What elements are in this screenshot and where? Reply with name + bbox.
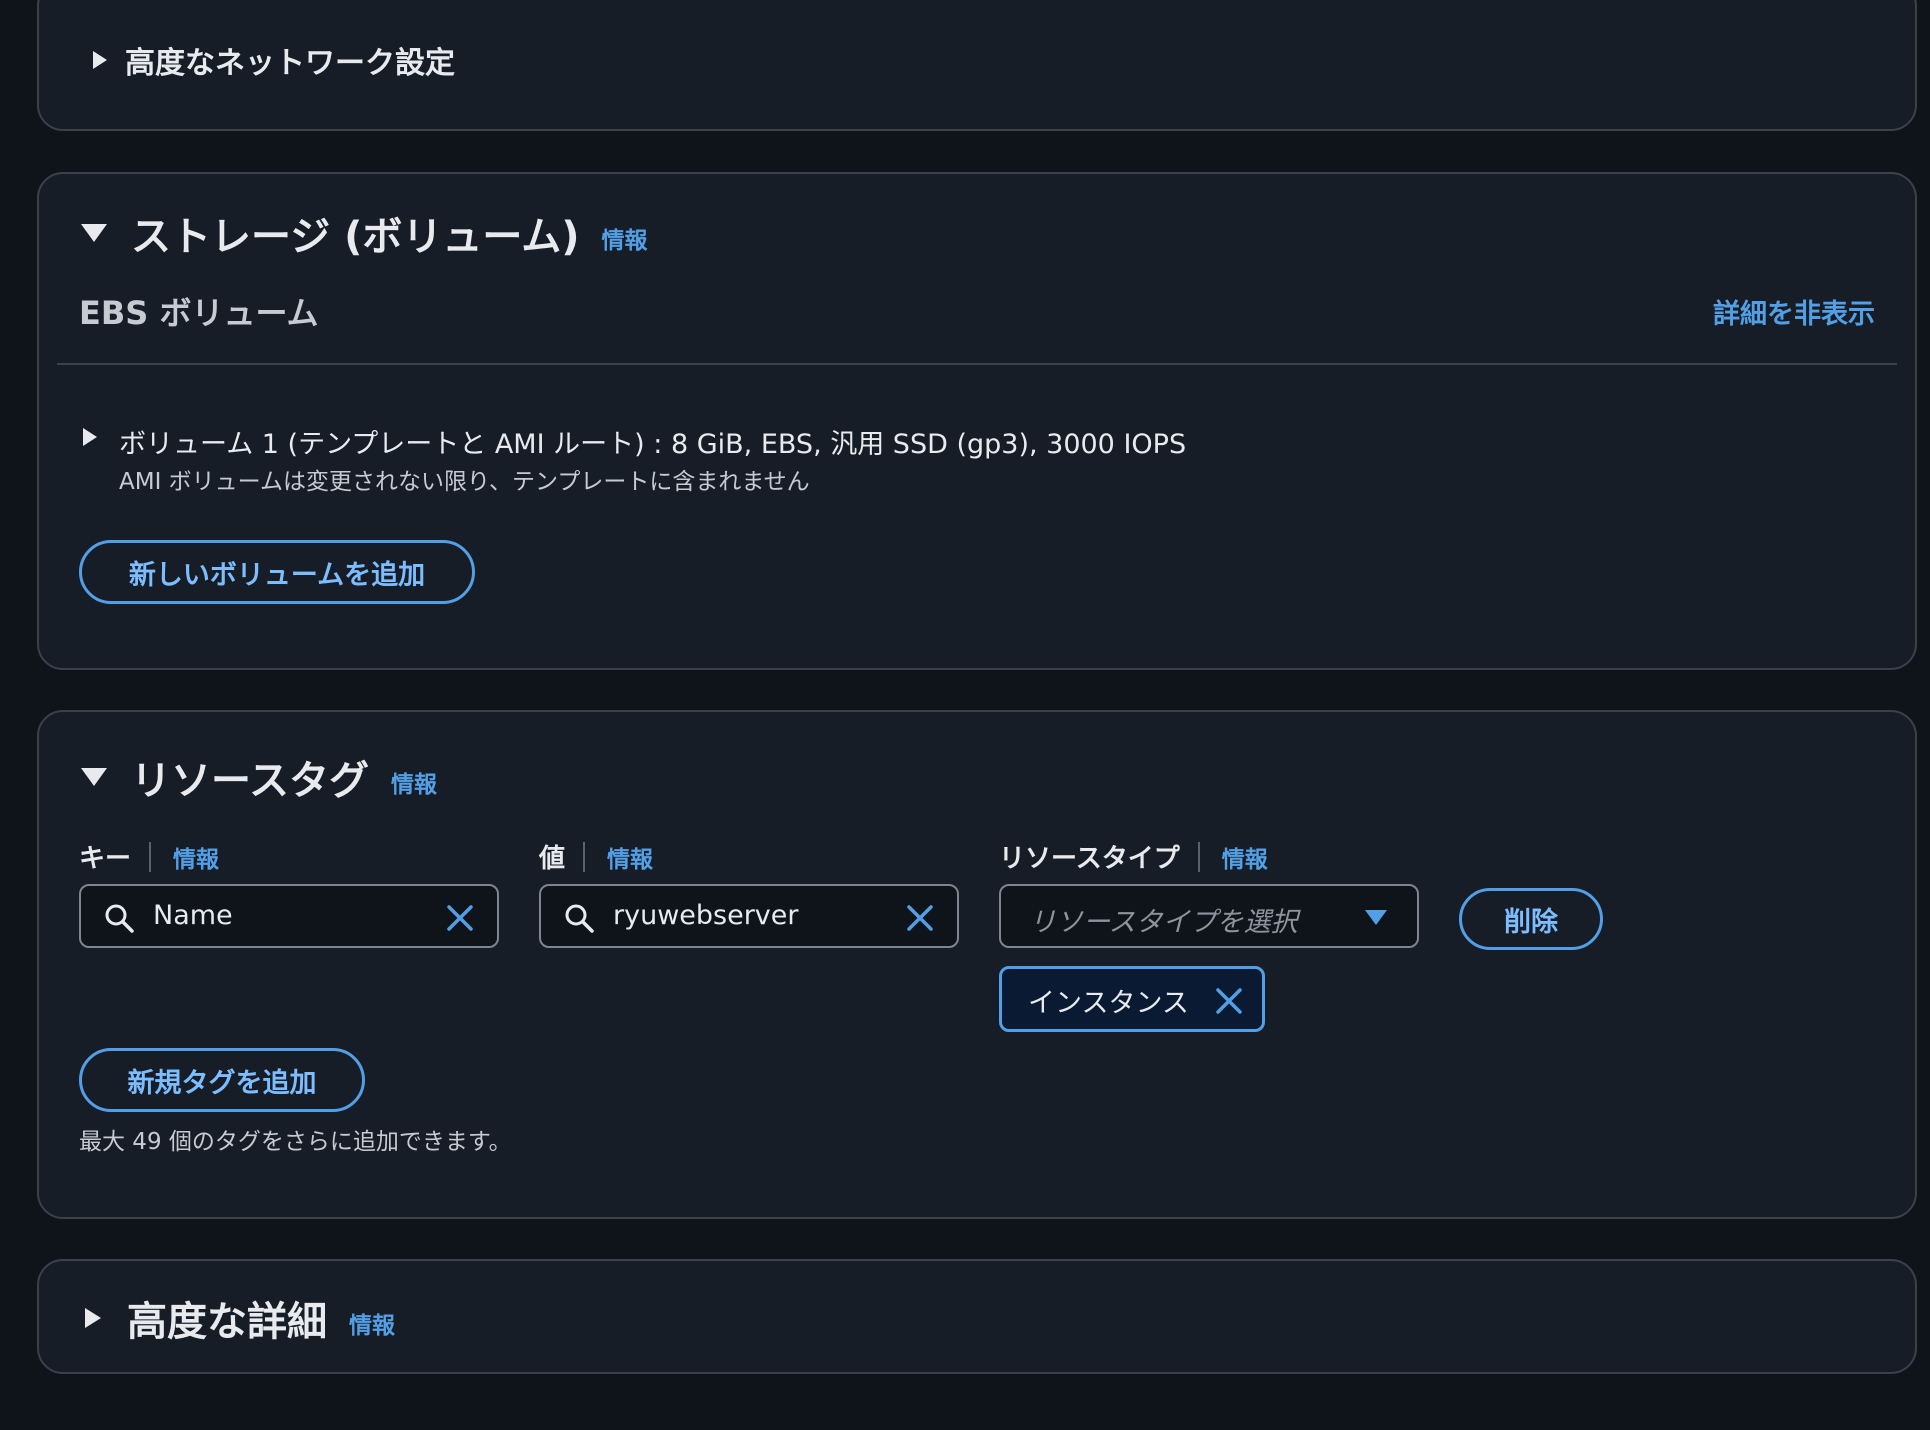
resource-type-label: リソースタイプ bbox=[999, 844, 1180, 874]
storage-title: ストレージ (ボリューム) bbox=[131, 214, 580, 260]
key-info-link[interactable]: 情報 bbox=[173, 840, 219, 874]
search-icon bbox=[105, 904, 134, 933]
network-settings-panel: 高度なネットワーク設定 bbox=[37, 0, 1917, 131]
resource-type-placeholder: リソースタイプを選択 bbox=[1029, 907, 1298, 938]
clear-icon[interactable] bbox=[905, 903, 935, 933]
storage-header: ストレージ (ボリューム) 情報 bbox=[81, 204, 648, 262]
network-settings-toggle[interactable]: 高度なネットワーク設定 bbox=[93, 38, 455, 82]
label-separator bbox=[149, 841, 152, 872]
resource-type-info-link[interactable]: 情報 bbox=[1222, 840, 1268, 874]
tags-remaining-hint: 最大 49 個のタグをさらに追加できます。 bbox=[79, 1129, 512, 1155]
value-label: 値 bbox=[539, 844, 566, 874]
resource-tags-panel: リソースタグ 情報 キー 情報 Name 値 情報 ryuwebserver リ… bbox=[37, 710, 1917, 1219]
value-input-value: ryuwebserver bbox=[613, 900, 799, 931]
search-icon bbox=[565, 904, 594, 933]
resource-type-chip: インスタンス bbox=[999, 966, 1265, 1032]
volume-summary: ボリューム 1 (テンプレートと AMI ルート) : 8 GiB, EBS, … bbox=[119, 429, 1187, 460]
key-input[interactable]: Name bbox=[79, 884, 499, 948]
caret-right-icon bbox=[85, 1308, 101, 1328]
clear-icon[interactable] bbox=[445, 903, 475, 933]
tags-header: リソースタグ 情報 bbox=[81, 748, 437, 806]
caret-down-icon[interactable] bbox=[81, 768, 107, 786]
label-separator bbox=[583, 841, 586, 872]
hide-details-link[interactable]: 詳細を非表示 bbox=[1713, 292, 1875, 331]
key-input-value: Name bbox=[153, 900, 233, 931]
key-label: キー bbox=[79, 844, 132, 874]
add-volume-button[interactable]: 新しいボリュームを追加 bbox=[79, 540, 475, 604]
advanced-details-info-link[interactable]: 情報 bbox=[349, 1306, 395, 1340]
value-input[interactable]: ryuwebserver bbox=[539, 884, 959, 948]
storage-info-link[interactable]: 情報 bbox=[602, 221, 648, 255]
dropdown-arrow-icon bbox=[1365, 910, 1387, 925]
value-info-link[interactable]: 情報 bbox=[607, 840, 653, 874]
caret-down-icon[interactable] bbox=[81, 224, 107, 242]
storage-panel: ストレージ (ボリューム) 情報 EBS ボリューム 詳細を非表示 ボリューム … bbox=[37, 172, 1917, 670]
remove-chip-icon[interactable] bbox=[1214, 986, 1244, 1016]
tags-title: リソースタグ bbox=[131, 758, 369, 804]
advanced-details-panel: 高度な詳細 情報 bbox=[37, 1259, 1917, 1374]
ebs-volume-label: EBS ボリューム bbox=[79, 294, 319, 332]
page: 高度なネットワーク設定 ストレージ (ボリューム) 情報 EBS ボリューム 詳… bbox=[0, 0, 1930, 1430]
advanced-details-title: 高度な詳細 bbox=[127, 1299, 327, 1345]
delete-tag-button[interactable]: 削除 bbox=[1459, 888, 1603, 950]
volume-note: AMI ボリュームは変更されない限り、テンプレートに含まれません bbox=[119, 469, 810, 495]
key-label-row: キー 情報 bbox=[79, 838, 219, 875]
chip-label: インスタンス bbox=[1028, 988, 1189, 1019]
add-tag-button[interactable]: 新規タグを追加 bbox=[79, 1048, 365, 1112]
value-label-row: 値 情報 bbox=[539, 838, 653, 875]
caret-right-icon bbox=[93, 51, 107, 69]
advanced-details-toggle[interactable]: 高度な詳細 情報 bbox=[85, 1289, 395, 1347]
storage-divider bbox=[57, 363, 1897, 365]
tags-info-link[interactable]: 情報 bbox=[391, 765, 437, 799]
resource-type-label-row: リソースタイプ 情報 bbox=[999, 838, 1268, 875]
label-separator bbox=[1197, 841, 1200, 872]
network-settings-title: 高度なネットワーク設定 bbox=[125, 46, 455, 81]
caret-right-icon bbox=[83, 428, 97, 446]
resource-type-select[interactable]: リソースタイプを選択 bbox=[999, 884, 1419, 948]
